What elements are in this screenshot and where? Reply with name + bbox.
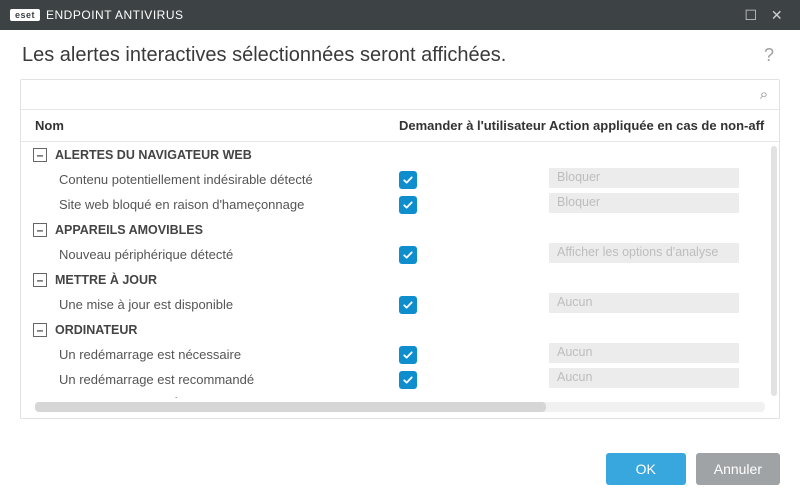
close-icon[interactable]: ✕ [764,7,790,24]
product-title: ENDPOINT ANTIVIRUS [46,8,183,22]
collapse-icon[interactable]: – [33,223,47,237]
group-label: ORDINATEUR [55,323,137,337]
group-label: APPAREILS AMOVIBLES [55,223,203,237]
action-field[interactable]: Aucun [549,293,739,313]
col-header-name[interactable]: Nom [21,118,399,133]
collapse-icon[interactable]: – [33,273,47,287]
action-field[interactable]: Aucun [549,368,739,388]
group-label: METTRE À JOUR [55,273,157,287]
alerts-panel: ⌕ Nom Demander à l'utilisateur Action ap… [20,79,780,419]
table-row: Site web bloqué en raison d'hameçonnage B… [21,192,779,217]
ask-user-checkbox[interactable] [399,296,417,314]
group-row[interactable]: –APPAREILS AMOVIBLES [21,217,779,242]
group-label: PROTECTION DU RÉSEAU [55,398,214,399]
table-row: Contenu potentiellement indésirable déte… [21,167,779,192]
help-icon[interactable]: ? [760,45,778,66]
page-header: Les alertes interactives sélectionnées s… [0,30,800,79]
item-label: Une mise à jour est disponible [21,297,399,312]
group-row[interactable]: –ORDINATEUR [21,317,779,342]
group-row[interactable]: –ALERTES DU NAVIGATEUR WEB [21,142,779,167]
brand-badge: eset [10,9,40,21]
footer: OK Annuler [0,438,800,500]
maximize-icon[interactable]: ☐ [738,7,764,24]
group-label: ALERTES DU NAVIGATEUR WEB [55,148,252,162]
table-body: –ALERTES DU NAVIGATEUR WEBContenu potent… [21,142,779,398]
item-label: Un redémarrage est recommandé [21,372,399,387]
ask-user-checkbox[interactable] [399,171,417,189]
table-row: Un redémarrage est nécessaire Aucun [21,342,779,367]
item-label: Nouveau périphérique détecté [21,247,399,262]
ok-button[interactable]: OK [606,453,686,485]
col-header-action[interactable]: Action appliquée en cas de non-aff [549,118,779,133]
table-row: Un redémarrage est recommandé Aucun [21,367,779,392]
action-field[interactable]: Bloquer [549,168,739,188]
group-row[interactable]: –METTRE À JOUR [21,267,779,292]
titlebar: eset ENDPOINT ANTIVIRUS ☐ ✕ [0,0,800,30]
table-row: Nouveau périphérique détecté Afficher les… [21,242,779,267]
ask-user-checkbox[interactable] [399,346,417,364]
ask-user-checkbox[interactable] [399,246,417,264]
table-row: Une mise à jour est disponible Aucun [21,292,779,317]
search-input[interactable] [21,83,749,106]
ask-user-checkbox[interactable] [399,196,417,214]
collapse-icon[interactable]: – [33,398,47,399]
cancel-button[interactable]: Annuler [696,453,780,485]
collapse-icon[interactable]: – [33,148,47,162]
item-label: Un redémarrage est nécessaire [21,347,399,362]
item-label: Contenu potentiellement indésirable déte… [21,172,399,187]
vertical-scrollbar[interactable] [771,146,777,396]
horizontal-scrollbar[interactable] [35,402,765,412]
collapse-icon[interactable]: – [33,323,47,337]
action-field[interactable]: Bloquer [549,193,739,213]
col-header-ask[interactable]: Demander à l'utilisateur [399,118,549,133]
item-label: Site web bloqué en raison d'hameçonnage [21,197,399,212]
ask-user-checkbox[interactable] [399,371,417,389]
action-field[interactable]: Aucun [549,343,739,363]
search-row: ⌕ [21,80,779,110]
horizontal-scrollbar-thumb[interactable] [35,402,546,412]
table-header: Nom Demander à l'utilisateur Action appl… [21,110,779,142]
page-title: Les alertes interactives sélectionnées s… [22,44,760,67]
search-icon[interactable]: ⌕ [749,86,779,103]
group-row[interactable]: – PROTECTION DU RÉSEAU [21,392,779,398]
action-field[interactable]: Afficher les options d'analyse [549,243,739,263]
